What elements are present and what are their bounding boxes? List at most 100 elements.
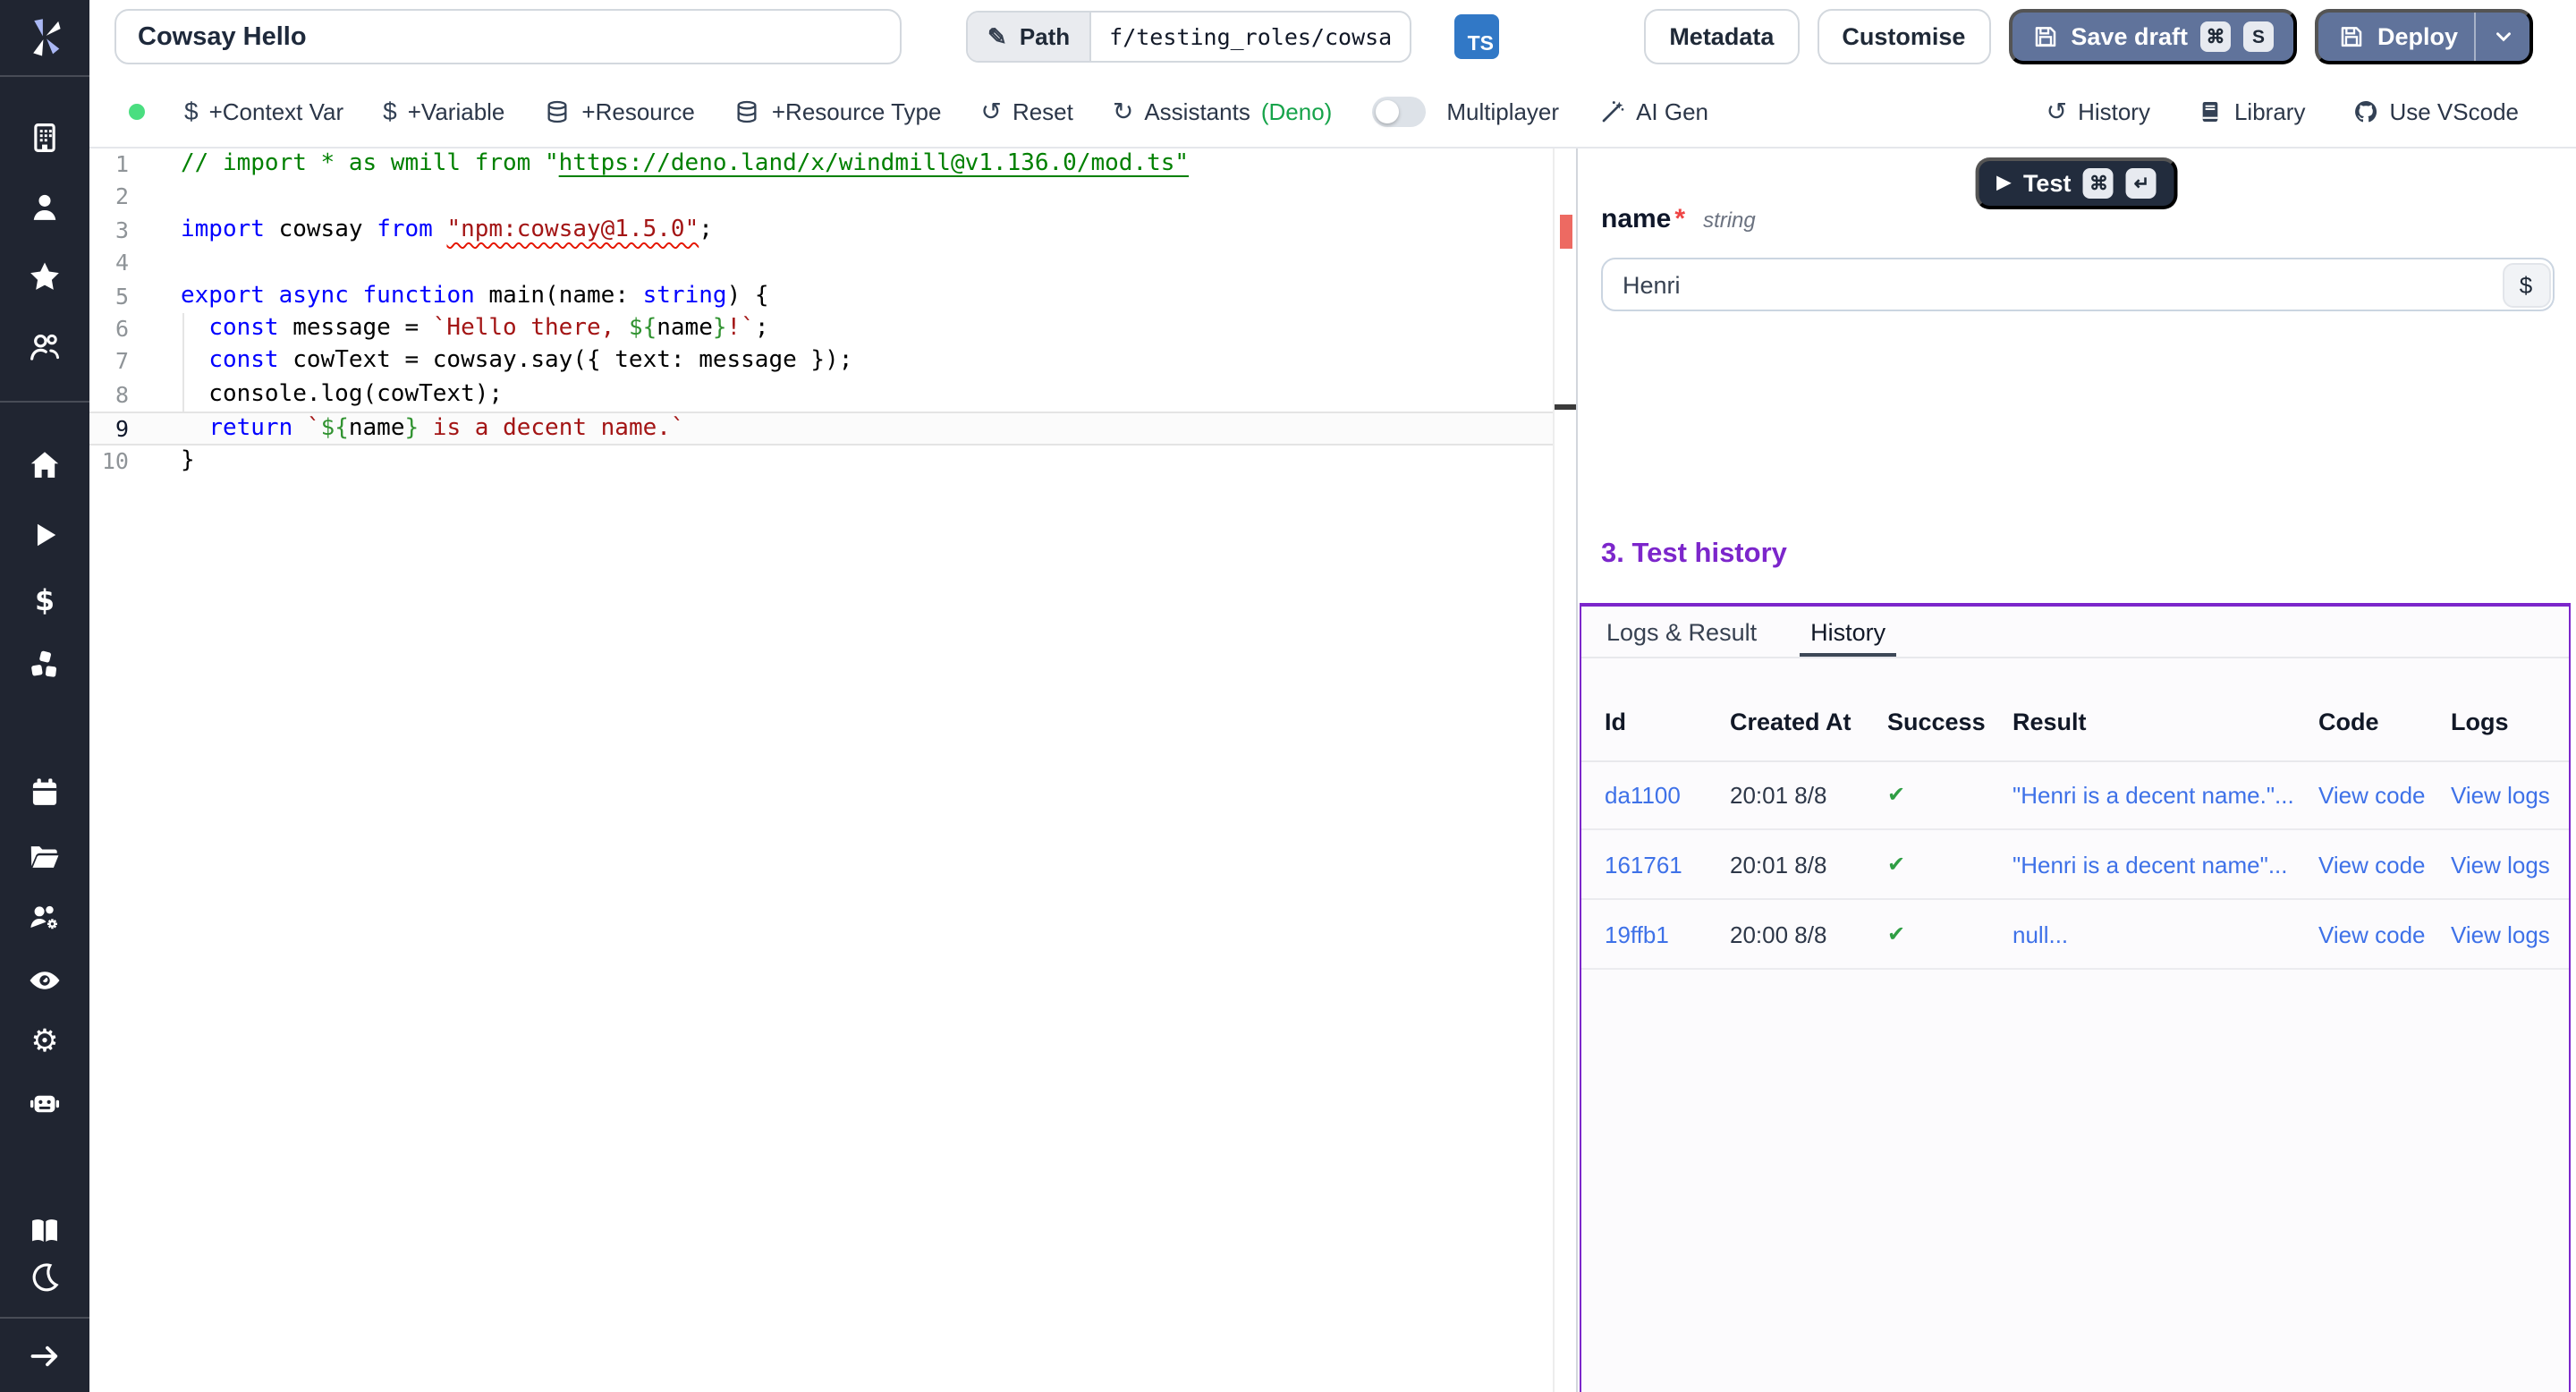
insert-variable-button[interactable]: $	[2502, 262, 2550, 307]
customise-button[interactable]: Customise	[1817, 9, 1990, 64]
home-icon[interactable]	[28, 448, 62, 482]
toolbar-right-group: ↺ History Library Use VScode	[2046, 96, 2519, 126]
result-link[interactable]: null...	[2012, 900, 2068, 970]
code-line-2: 2	[89, 182, 1553, 215]
edit-path-button[interactable]: ✎ Path	[968, 13, 1091, 61]
tab-history[interactable]: History	[1810, 607, 1885, 657]
code-line-1: 1// import * as wmill from "https://deno…	[89, 149, 1553, 182]
name-input[interactable]	[1601, 258, 2555, 311]
sidebar: $⚙	[0, 0, 89, 1392]
view-logs-link[interactable]: View logs	[2451, 760, 2550, 830]
topbar: ✎ Path f/testing_roles/cowsa TS Metadata…	[89, 0, 2576, 75]
success-check-icon: ✔	[1887, 900, 1905, 970]
metadata-button[interactable]: Metadata	[1644, 9, 1799, 64]
add-resource-type-button[interactable]: +Resource Type	[734, 98, 942, 124]
tab-logs-result[interactable]: Logs & Result	[1606, 607, 1757, 657]
eye-icon[interactable]	[28, 963, 62, 997]
required-asterisk: *	[1674, 204, 1685, 234]
view-logs-link[interactable]: View logs	[2451, 830, 2550, 900]
cubes-icon[interactable]	[28, 649, 62, 683]
library-button[interactable]: Library	[2197, 96, 2306, 126]
code-line-6: 6 const message = `Hello there, ${name}!…	[89, 313, 1553, 346]
editor-overview-ruler[interactable]	[1553, 149, 1576, 1392]
moon-icon[interactable]	[28, 1260, 62, 1294]
job-id-link[interactable]: 161761	[1605, 830, 1682, 900]
code-line-7: 7 const cowText = cowsay.say({ text: mes…	[89, 346, 1553, 379]
save-draft-button[interactable]: Save draft ⌘ S	[2008, 9, 2297, 64]
dollar-icon: $	[184, 97, 199, 125]
save-icon	[2031, 23, 2058, 50]
path-group: ✎ Path f/testing_roles/cowsa	[966, 11, 1411, 63]
view-code-link[interactable]: View code	[2318, 760, 2426, 830]
kbd-cmd: ⌘	[2200, 21, 2231, 52]
building-icon[interactable]	[28, 121, 62, 155]
save-icon	[2338, 23, 2365, 50]
error-marker	[1560, 215, 1572, 249]
job-id-link[interactable]: 19ffb1	[1605, 900, 1669, 970]
wand-icon	[1598, 98, 1625, 124]
code-line-9: 9 return `${name} is a decent name.`	[89, 412, 1553, 445]
deploy-button[interactable]: Deploy	[2315, 9, 2533, 64]
windmill-logo-icon[interactable]	[23, 16, 66, 59]
test-history-panel: Logs & Result History Id Created At Succ…	[1580, 603, 2571, 1392]
dollar-icon[interactable]: $	[28, 584, 62, 618]
result-link[interactable]: "Henri is a decent name"...	[2012, 830, 2288, 900]
created-at: 20:01 8/8	[1730, 760, 1826, 830]
col-header-code: Code	[2318, 709, 2379, 735]
users-gear-icon[interactable]	[28, 901, 62, 935]
deploy-dropdown-button[interactable]	[2474, 13, 2529, 61]
view-code-link[interactable]: View code	[2318, 900, 2426, 970]
topbar-actions: Metadata Customise Save draft ⌘ S Deploy	[1644, 9, 2533, 64]
add-context-var-button[interactable]: $ +Context Var	[184, 97, 343, 125]
line-number: 1	[89, 149, 129, 182]
sidebar-divider	[0, 1317, 89, 1319]
reset-button[interactable]: ↺ Reset	[980, 96, 1072, 126]
arrow-right-icon[interactable]	[28, 1339, 62, 1373]
calendar-icon[interactable]	[28, 776, 62, 810]
history-button[interactable]: ↺ History	[2046, 96, 2150, 126]
history-table: Id Created At Success Result Code Logs d…	[1581, 658, 2569, 1392]
job-id-link[interactable]: da1100	[1605, 760, 1681, 830]
history-row: 19ffb120:00 8/8✔null...View codeView log…	[1581, 900, 2569, 970]
path-value-field[interactable]: f/testing_roles/cowsa	[1091, 13, 1410, 61]
col-header-id: Id	[1605, 709, 1626, 735]
line-number: 2	[89, 182, 129, 215]
line-number: 7	[89, 346, 129, 379]
multiplayer-toggle[interactable]	[1371, 96, 1425, 126]
script-title-input[interactable]	[114, 9, 902, 64]
sidebar-divider	[0, 75, 89, 77]
package-icon	[544, 98, 571, 124]
test-panel: ▶ Test ⌘ ↵ name * string $ 3. Test histo…	[1578, 149, 2576, 1392]
robot-icon[interactable]	[28, 1087, 62, 1121]
result-link[interactable]: "Henri is a decent name."...	[2012, 760, 2294, 830]
multiplayer-toggle-group: Multiplayer	[1371, 96, 1559, 126]
gear-icon[interactable]: ⚙	[28, 1024, 62, 1058]
book-icon[interactable]	[28, 1214, 62, 1248]
folder-icon[interactable]	[28, 840, 62, 874]
line-number: 10	[89, 445, 129, 478]
view-logs-link[interactable]: View logs	[2451, 900, 2550, 970]
assistants-button[interactable]: ↻ Assistants (Deno)	[1113, 96, 1332, 126]
code-line-5: 5export async function main(name: string…	[89, 280, 1553, 313]
col-header-success: Success	[1887, 709, 1986, 735]
star-icon[interactable]	[28, 260, 62, 294]
app-window: $⚙ ✎ Path f/testing_roles/cowsa TS Metad…	[0, 0, 2576, 1392]
code-line-4: 4	[89, 247, 1553, 280]
code-line-3: 3import cowsay from "npm:cowsay@1.5.0";	[89, 215, 1553, 248]
code-editor[interactable]: 1// import * as wmill from "https://deno…	[89, 149, 1553, 1392]
play-icon[interactable]	[28, 518, 62, 552]
cursor-marker	[1555, 404, 1576, 409]
ai-gen-button[interactable]: AI Gen	[1598, 98, 1708, 124]
col-header-created-at: Created At	[1730, 709, 1852, 735]
add-resource-button[interactable]: +Resource	[544, 98, 694, 124]
users-icon[interactable]	[28, 330, 62, 364]
test-button[interactable]: ▶ Test ⌘ ↵	[1976, 157, 2179, 209]
test-history-title: 3. Test history	[1601, 539, 1787, 571]
history-tabs: Logs & Result History	[1581, 607, 2569, 658]
view-code-link[interactable]: View code	[2318, 830, 2426, 900]
refresh-icon: ↻	[1113, 96, 1133, 126]
add-variable-button[interactable]: $ +Variable	[383, 97, 504, 125]
line-number: 9	[89, 413, 129, 446]
use-vscode-button[interactable]: Use VScode	[2351, 96, 2519, 126]
person-icon[interactable]	[28, 191, 62, 225]
